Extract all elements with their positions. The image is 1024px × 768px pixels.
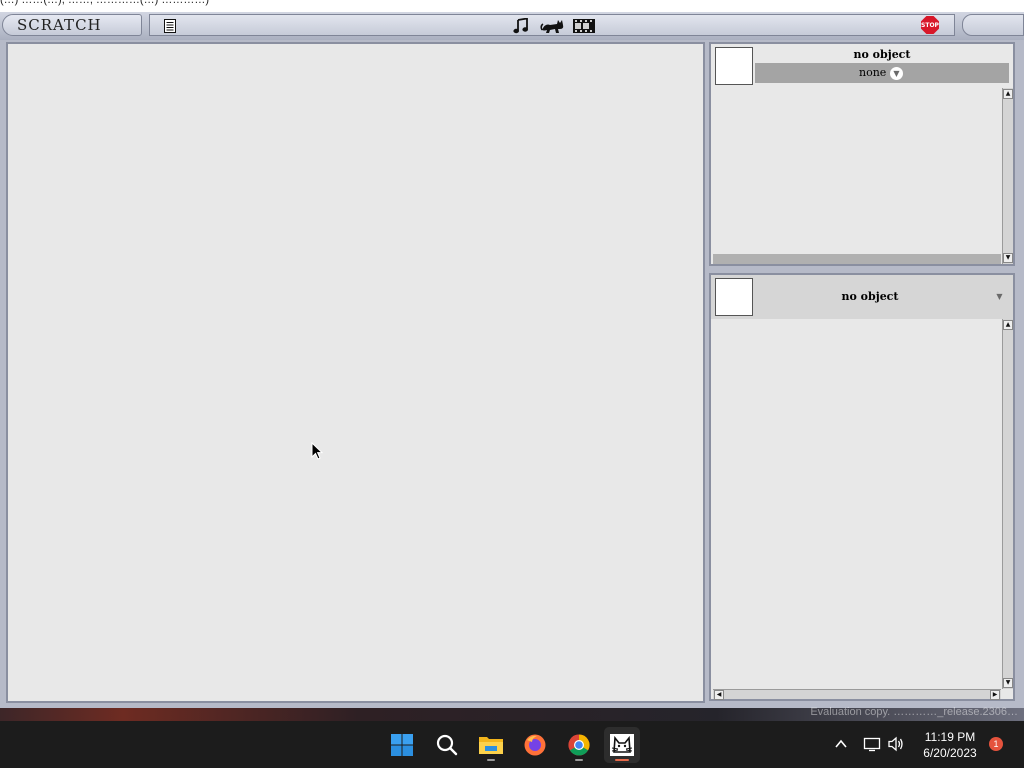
selector-value: none <box>859 66 887 79</box>
running-indicator <box>575 759 583 761</box>
scroll-up-icon[interactable]: ▲ <box>1003 320 1013 330</box>
taskbar-chrome[interactable] <box>561 727 597 763</box>
running-indicator <box>487 759 495 761</box>
volume-icon[interactable] <box>887 736 905 752</box>
system-clock[interactable]: 11:19 PM 6/20/2023 <box>914 729 986 761</box>
object-thumbnail <box>715 278 753 316</box>
search-button[interactable] <box>429 727 465 763</box>
clock-date: 6/20/2023 <box>923 746 977 760</box>
start-icon <box>391 734 413 756</box>
mouse-cursor-icon <box>311 442 323 460</box>
active-indicator <box>615 759 629 761</box>
window-title-strip: (…) ……(…), ……, …………(…) …………) <box>0 0 1024 12</box>
start-button[interactable] <box>384 727 420 763</box>
horizontal-scrollbar[interactable]: ◀ ▶ <box>713 689 1001 700</box>
horizontal-scrollbar[interactable] <box>713 254 1001 264</box>
search-icon <box>436 734 458 756</box>
stop-button[interactable]: STOP <box>921 16 939 34</box>
sprite-thumbnail <box>715 47 753 85</box>
scroll-right-icon[interactable]: ▶ <box>990 690 1000 700</box>
scripts-panel: no object ▼ ▲ ▼ ◀ ▶ <box>709 273 1015 701</box>
dropdown-arrow-icon[interactable]: ▼ <box>890 67 903 80</box>
file-explorer-icon <box>479 737 503 754</box>
notification-badge[interactable]: 1 <box>989 737 1003 751</box>
cat-icon[interactable] <box>540 18 566 34</box>
scroll-down-icon[interactable]: ▼ <box>1003 678 1013 688</box>
taskbar: 11:19 PM 6/20/2023 1 <box>0 721 1024 768</box>
taskbar-file-explorer[interactable] <box>473 727 509 763</box>
vertical-scrollbar[interactable]: ▲ ▼ <box>1002 319 1013 689</box>
taskbar-scratch[interactable] <box>604 727 640 763</box>
scroll-up-icon[interactable]: ▲ <box>1003 89 1013 99</box>
toolbar: STOP <box>149 14 955 36</box>
vertical-scrollbar[interactable]: ▲ ▼ <box>1002 88 1013 264</box>
film-icon[interactable] <box>572 18 596 34</box>
clock-time: 11:19 PM <box>924 730 976 744</box>
stage[interactable] <box>6 42 705 703</box>
sprite-selector-dropdown[interactable]: none ▼ <box>755 63 1009 83</box>
sprite-info-panel: no object none ▼ ▲ ▼ <box>709 42 1015 266</box>
scroll-down-icon[interactable]: ▼ <box>1003 253 1013 263</box>
desktop-wallpaper: Evaluation copy. …………_release.2306… <box>0 706 1024 721</box>
scratch-window: SCRATCH STOP no object none ▼ ▲ ▼ no obj… <box>0 12 1024 708</box>
chevron-up-icon[interactable] <box>834 737 848 751</box>
scratch-logo-button[interactable]: SCRATCH <box>2 14 142 36</box>
script-object-label: no object <box>841 290 899 303</box>
menu-bar-end-cap <box>962 14 1024 36</box>
dropdown-arrow-icon[interactable]: ▼ <box>993 290 1006 303</box>
music-note-icon[interactable] <box>512 17 532 34</box>
window-title: (…) ……(…), ……, …………(…) …………) <box>0 0 209 6</box>
firefox-icon <box>524 734 546 756</box>
sprite-object-label: no object <box>853 48 911 61</box>
network-icon[interactable] <box>863 736 881 752</box>
chrome-icon <box>568 734 590 756</box>
menu-bar: SCRATCH STOP <box>0 12 1024 40</box>
document-icon[interactable] <box>162 18 182 34</box>
scratch-icon <box>610 734 634 756</box>
scroll-left-icon[interactable]: ◀ <box>714 690 724 700</box>
evaluation-watermark: Evaluation copy. …………_release.2306… <box>810 706 1018 718</box>
taskbar-firefox[interactable] <box>517 727 553 763</box>
